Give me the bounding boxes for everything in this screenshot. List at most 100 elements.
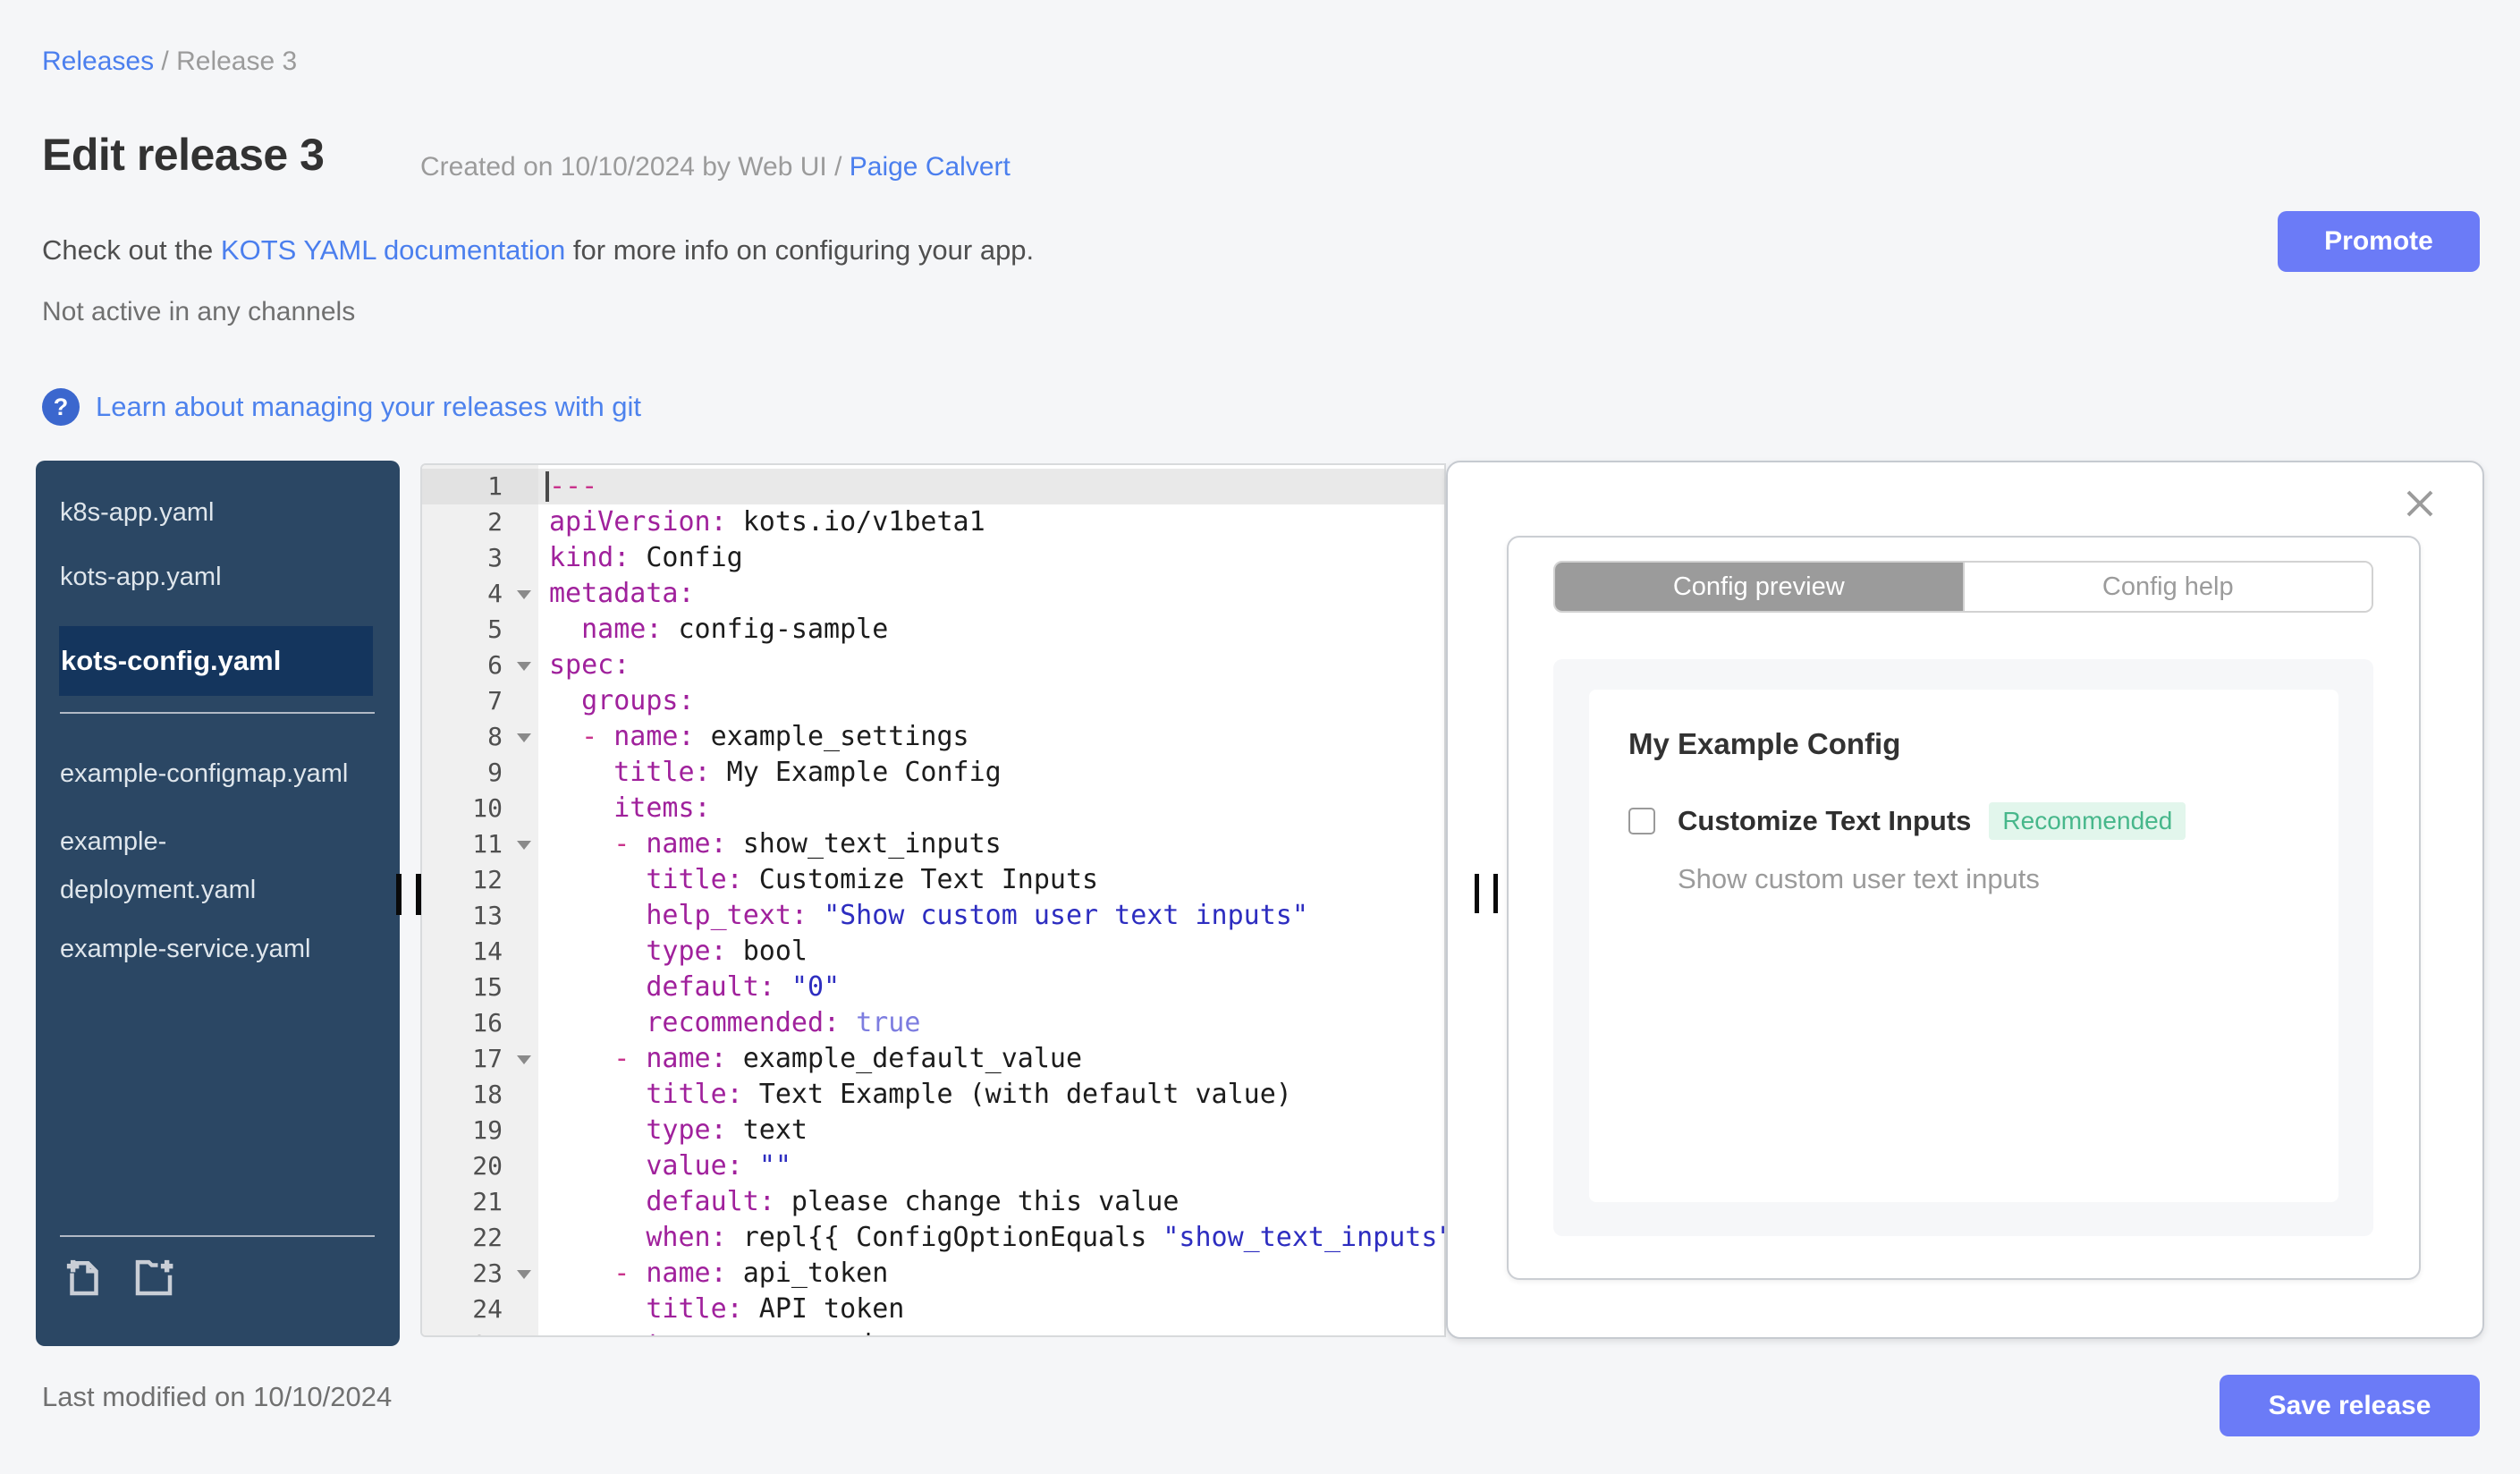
file-sidebar: k8s-app.yaml kots-app.yaml kots-config.yam… (36, 461, 400, 1346)
promote-button[interactable]: Promote (2278, 211, 2480, 272)
close-icon[interactable] (2402, 486, 2438, 521)
file-list-divider (60, 712, 375, 714)
code-text[interactable]: when: repl{{ ConfigOptionEquals "show_te… (538, 1220, 1444, 1256)
line-number: 25 (422, 1327, 538, 1335)
code-text[interactable]: items: (538, 791, 1444, 826)
code-text[interactable]: - name: api_token (538, 1256, 1444, 1292)
editor-line-19[interactable]: 19 type: text (422, 1113, 1444, 1148)
kots-yaml-doc-link[interactable]: KOTS YAML documentation (221, 234, 565, 266)
editor-line-10[interactable]: 10 items: (422, 791, 1444, 826)
code-text[interactable]: - name: show_text_inputs (538, 826, 1444, 862)
config-group-title: My Example Config (1628, 727, 1901, 760)
tab-config-help[interactable]: Config help (1962, 563, 2372, 611)
code-text[interactable]: kind: Config (538, 540, 1444, 576)
editor-line-8[interactable]: 8 - name: example_settings (422, 719, 1444, 755)
editor-resize-handle[interactable] (1475, 874, 1498, 913)
editor-line-5[interactable]: 5 name: config-sample (422, 612, 1444, 648)
created-author-link[interactable]: Paige Calvert (850, 152, 1011, 182)
fold-arrow-icon[interactable] (517, 662, 531, 671)
code-text[interactable]: - name: example_settings (538, 719, 1444, 755)
sidebar-item-kots-config-yaml[interactable]: kots-config.yaml (59, 626, 373, 696)
sidebar-item-example-deployment-yaml[interactable]: example-deployment.yaml (60, 817, 355, 914)
line-number: 11 (422, 826, 538, 862)
code-text[interactable]: type: bool (538, 934, 1444, 970)
editor-line-22[interactable]: 22 when: repl{{ ConfigOptionEquals "show… (422, 1220, 1444, 1256)
editor-line-13[interactable]: 13 help_text: "Show custom user text inp… (422, 898, 1444, 934)
code-text[interactable]: type: text (538, 1113, 1444, 1148)
code-text[interactable]: spec: (538, 648, 1444, 683)
breadcrumb-separator: / (154, 47, 177, 76)
editor-line-7[interactable]: 7 groups: (422, 683, 1444, 719)
sidebar-item-example-configmap-yaml[interactable]: example-configmap.yaml (60, 750, 355, 798)
code-text[interactable]: title: My Example Config (538, 755, 1444, 791)
editor-line-17[interactable]: 17 - name: example_default_value (422, 1041, 1444, 1077)
code-text[interactable]: help_text: "Show custom user text inputs… (538, 898, 1444, 934)
line-number: 22 (472, 1223, 503, 1252)
doc-text-after: for more info on configuring your app. (565, 234, 1035, 266)
editor-line-18[interactable]: 18 title: Text Example (with default val… (422, 1077, 1444, 1113)
line-number: 8 (422, 719, 538, 755)
code-text[interactable]: default: "0" (538, 970, 1444, 1005)
code-text[interactable]: value: "" (538, 1148, 1444, 1184)
editor-line-14[interactable]: 14 type: bool (422, 934, 1444, 970)
sidebar-resize-handle[interactable] (396, 874, 421, 915)
editor-line-20[interactable]: 20 value: "" (422, 1148, 1444, 1184)
git-releases-help-link[interactable]: Learn about managing your releases with … (96, 391, 641, 423)
line-number: 23 (422, 1256, 538, 1292)
editor-lines[interactable]: 1 --- 2 apiVersion: kots.io/v1beta1 3 kind: C… (422, 469, 1444, 1335)
config-preview-card: Config preview Config help My Example Co… (1507, 536, 2421, 1280)
editor-line-11[interactable]: 11 - name: show_text_inputs (422, 826, 1444, 862)
line-number: 20 (472, 1151, 503, 1181)
line-number: 18 (472, 1080, 503, 1109)
last-modified-text: Last modified on 10/10/2024 (42, 1381, 393, 1412)
config-item-checkbox[interactable] (1628, 808, 1655, 834)
editor-line-4[interactable]: 4 metadata: (422, 576, 1444, 612)
line-number: 7 (487, 686, 503, 716)
sidebar-item-k8s-app-yaml[interactable]: k8s-app.yaml (60, 497, 355, 528)
config-item-help-text: Show custom user text inputs (1678, 863, 2040, 894)
editor-line-3[interactable]: 3 kind: Config (422, 540, 1444, 576)
fold-arrow-icon[interactable] (517, 1270, 531, 1279)
editor-line-9[interactable]: 9 title: My Example Config (422, 755, 1444, 791)
code-text[interactable]: default: please change this value (538, 1184, 1444, 1220)
editor-line-16[interactable]: 16 recommended: true (422, 1005, 1444, 1041)
line-number: 10 (472, 793, 503, 823)
line-number: 2 (487, 507, 503, 537)
fold-arrow-icon[interactable] (517, 1055, 531, 1064)
fold-arrow-icon[interactable] (517, 841, 531, 850)
sidebar-item-kots-app-yaml[interactable]: kots-app.yaml (60, 562, 355, 592)
save-release-button[interactable]: Save release (2220, 1375, 2480, 1436)
editor-line-2[interactable]: 2 apiVersion: kots.io/v1beta1 (422, 504, 1444, 540)
code-text[interactable]: title: Customize Text Inputs (538, 862, 1444, 898)
code-text[interactable]: - name: example_default_value (538, 1041, 1444, 1077)
config-item-label: Customize Text Inputs (1678, 805, 1972, 836)
preview-tabbar: Config preview Config help (1553, 561, 2373, 613)
editor-line-12[interactable]: 12 title: Customize Text Inputs (422, 862, 1444, 898)
code-text[interactable]: groups: (538, 683, 1444, 719)
code-text[interactable]: --- (538, 469, 1444, 504)
yaml-code-editor[interactable]: 1 --- 2 apiVersion: kots.io/v1beta1 3 kind: C… (420, 463, 1446, 1337)
code-text[interactable]: metadata: (538, 576, 1444, 612)
code-text[interactable]: type: password (538, 1327, 1444, 1335)
editor-line-15[interactable]: 15 default: "0" (422, 970, 1444, 1005)
fold-arrow-icon[interactable] (517, 590, 531, 599)
code-text[interactable]: apiVersion: kots.io/v1beta1 (538, 504, 1444, 540)
editor-line-1[interactable]: 1 --- (422, 469, 1444, 504)
code-text[interactable]: title: Text Example (with default value) (538, 1077, 1444, 1113)
editor-line-24[interactable]: 24 title: API token (422, 1292, 1444, 1327)
code-text[interactable]: title: API token (538, 1292, 1444, 1327)
new-file-icon[interactable] (60, 1253, 108, 1301)
code-text[interactable]: recommended: true (538, 1005, 1444, 1041)
editor-line-6[interactable]: 6 spec: (422, 648, 1444, 683)
new-folder-icon[interactable] (130, 1253, 178, 1301)
fold-arrow-icon[interactable] (517, 733, 531, 742)
editor-line-23[interactable]: 23 - name: api_token (422, 1256, 1444, 1292)
config-preview-body: My Example Config Customize Text Inputs … (1553, 659, 2373, 1236)
sidebar-item-example-service-yaml[interactable]: example-service.yaml (60, 934, 355, 964)
config-preview-panel: Config preview Config help My Example Co… (1446, 461, 2484, 1339)
breadcrumb-releases-link[interactable]: Releases (42, 47, 154, 76)
tab-config-preview[interactable]: Config preview (1555, 563, 1963, 611)
code-text[interactable]: name: config-sample (538, 612, 1444, 648)
editor-line-25[interactable]: 25 type: password (422, 1327, 1444, 1335)
editor-line-21[interactable]: 21 default: please change this value (422, 1184, 1444, 1220)
